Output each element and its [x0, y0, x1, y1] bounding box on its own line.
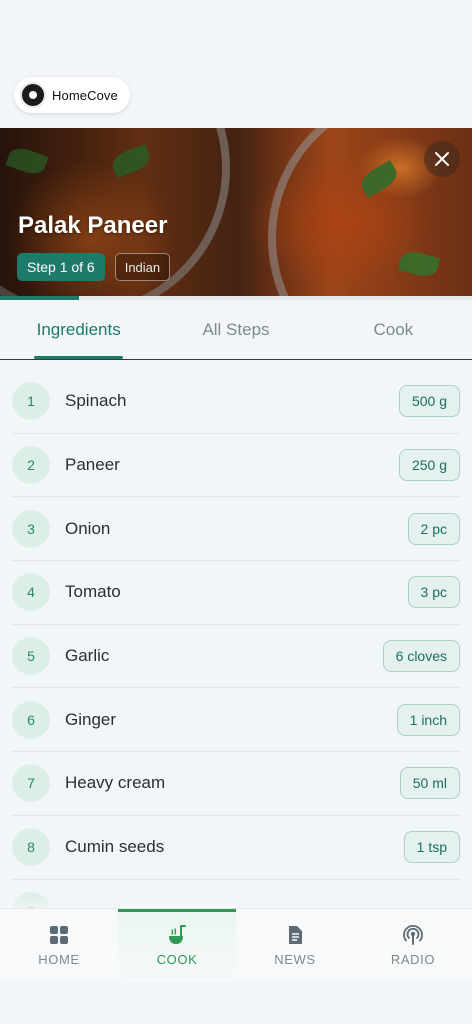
recipe-hero-image: Palak Paneer Step 1 of 6 Indian [0, 128, 472, 296]
brand-badge[interactable]: HomeCove [14, 77, 130, 113]
ingredient-number: 3 [12, 509, 50, 548]
ingredient-quantity: 500 g [398, 385, 460, 418]
ingredient-number: 2 [12, 446, 50, 485]
ingredient-row[interactable]: 1 Spinach 500 g [12, 370, 460, 434]
ingredient-quantity: 50 ml [399, 767, 460, 800]
ingredient-name: Tomato [65, 582, 121, 602]
nav-radio[interactable]: RADIO [354, 909, 472, 982]
ingredient-name: Garlic [65, 646, 110, 666]
cuisine-chip: Indian [114, 253, 171, 281]
ingredient-name: Paneer [65, 455, 120, 475]
ingredient-row[interactable]: 6 Ginger 1 inch [12, 688, 460, 753]
nav-news-label: NEWS [274, 952, 316, 967]
ingredient-number: 8 [12, 828, 50, 867]
ingredient-number: 7 [12, 764, 50, 803]
brand-name: HomeCove [52, 87, 118, 103]
recipe-tabs: Ingredients All Steps Cook [0, 300, 472, 360]
document-icon [289, 926, 302, 944]
brand-logo-icon [22, 84, 44, 106]
step-indicator-chip: Step 1 of 6 [17, 253, 105, 281]
grid-icon [50, 926, 68, 944]
ingredient-number: 5 [12, 637, 50, 676]
ingredient-row[interactable]: 3 Onion 2 pc [12, 497, 460, 562]
bottom-navigation: HOME COOK NEWS RADIO [0, 908, 472, 982]
ingredient-quantity: 250 g [398, 449, 460, 482]
broadcast-icon [403, 925, 423, 945]
ingredient-number: 6 [12, 700, 50, 739]
recipe-tags: Step 1 of 6 Indian [17, 253, 171, 281]
ladle-icon [169, 925, 186, 944]
ingredient-list: 1 Spinach 500 g 2 Paneer 250 g 3 Onion 2… [12, 370, 460, 944]
nav-cook[interactable]: COOK [118, 909, 236, 982]
ingredient-quantity: 2 pc [407, 512, 460, 545]
nav-cook-label: COOK [156, 952, 198, 967]
nav-home-label: HOME [38, 952, 80, 967]
ingredient-name: Ginger [65, 709, 117, 729]
nav-home[interactable]: HOME [0, 909, 118, 982]
tab-all-steps[interactable]: All Steps [157, 300, 314, 359]
ingredient-name: Spinach [65, 391, 127, 411]
nav-news[interactable]: NEWS [236, 909, 354, 982]
ingredient-quantity: 6 cloves [382, 640, 460, 673]
ingredient-name: Onion [65, 518, 111, 538]
ingredient-row[interactable]: 8 Cumin seeds 1 tsp [12, 816, 460, 880]
ingredient-row[interactable]: 5 Garlic 6 cloves [12, 625, 460, 689]
tab-cook[interactable]: Cook [315, 300, 472, 359]
ingredient-name: Cumin seeds [65, 837, 165, 857]
ingredient-number: 1 [12, 382, 50, 421]
ingredient-number: 4 [12, 573, 50, 612]
ingredient-row[interactable]: 2 Paneer 250 g [12, 434, 460, 498]
ingredient-row[interactable]: 7 Heavy cream 50 ml [12, 752, 460, 816]
close-button[interactable] [424, 141, 460, 177]
recipe-title: Palak Paneer [18, 212, 168, 239]
ingredient-quantity: 3 pc [407, 576, 460, 609]
tab-ingredients[interactable]: Ingredients [0, 300, 157, 359]
ingredient-row[interactable]: 4 Tomato 3 pc [12, 561, 460, 625]
ingredient-quantity: 1 tsp [403, 831, 460, 864]
close-icon [435, 152, 449, 166]
ingredient-quantity: 1 inch [396, 703, 460, 736]
nav-radio-label: RADIO [390, 952, 436, 967]
ingredient-name: Heavy cream [65, 773, 166, 793]
